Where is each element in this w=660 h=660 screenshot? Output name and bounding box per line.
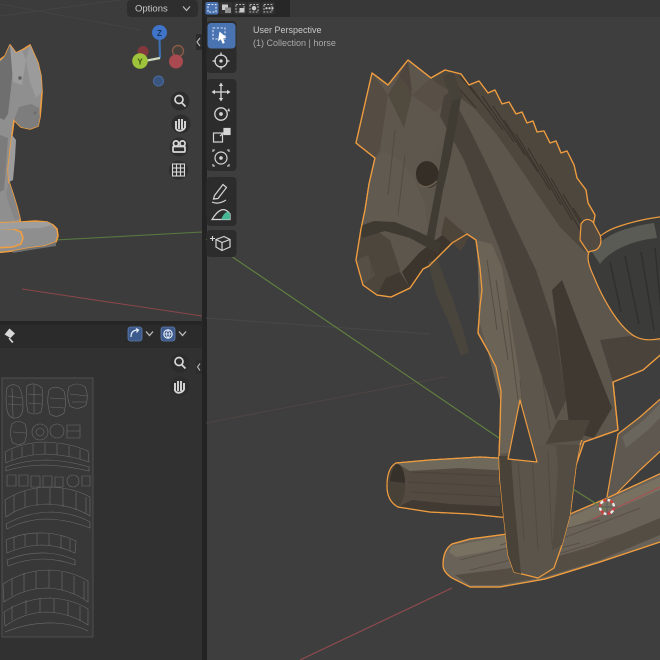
svg-text:(1) Collection | horse: (1) Collection | horse	[253, 38, 336, 48]
svg-text:User Perspective: User Perspective	[253, 25, 322, 35]
svg-text:Y: Y	[137, 58, 143, 67]
svg-text:Z: Z	[157, 29, 162, 38]
svg-text:Options: Options	[135, 4, 168, 15]
